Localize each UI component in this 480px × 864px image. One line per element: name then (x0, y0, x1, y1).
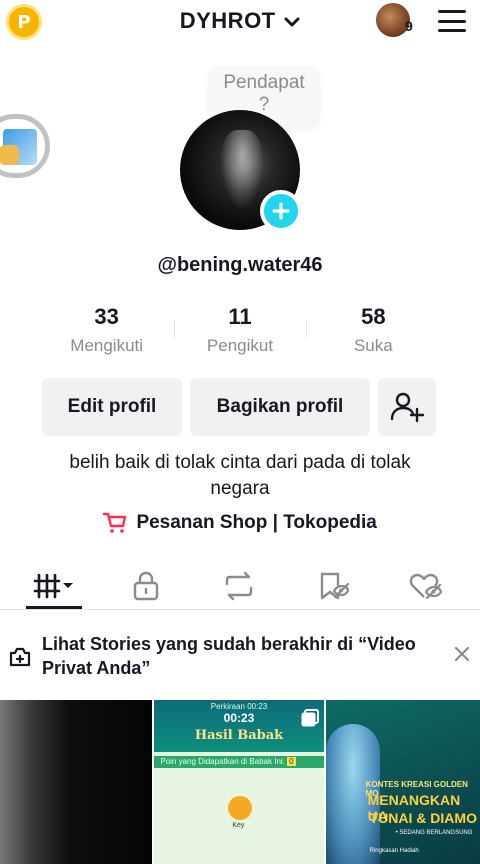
multi-image-icon (301, 709, 319, 727)
video-timer-label: Perkiraan 00:23 (210, 702, 268, 711)
stat-label: Suka (353, 336, 393, 355)
tab-videos[interactable] (26, 566, 82, 606)
active-tab-indicator (26, 606, 82, 609)
video-grid: Perkiraan 00:23 00:23 Hasil Babak Poin y… (0, 700, 480, 864)
widget-hand-icon (0, 145, 19, 165)
video-ribbon-text: Poin yang Didapatkan di Babak Ini: 0 (160, 757, 296, 766)
menu-icon[interactable] (438, 10, 466, 32)
stat-likes[interactable]: 58 Suka (307, 304, 440, 360)
stories-banner-text: Lihat Stories yang sudah berakhir di “Vi… (42, 634, 416, 678)
bookmark-icon (320, 572, 350, 600)
videos-grid-icon (33, 573, 73, 599)
stat-followers[interactable]: 11 Pengikut (173, 304, 306, 360)
stat-divider (306, 320, 307, 338)
chevron-down-icon (284, 17, 300, 27)
stat-label: Mengikuti (70, 336, 144, 355)
video-thumbnail[interactable]: KONTES KREASI GOLDEN MO MENANGKAN UA TUN… (325, 700, 480, 864)
profile-stats: 33 Mengikuti 11 Pengikut 58 Suka (40, 304, 440, 360)
stat-label: Pengikut (206, 336, 274, 355)
friends-count-badge: 9 (405, 18, 413, 34)
profile-tabs (0, 558, 480, 610)
shop-orders-link[interactable]: Pesanan Shop | Tokopedia (0, 512, 480, 534)
video-thumbnail[interactable]: Perkiraan 00:23 00:23 Hasil Babak Poin y… (154, 700, 324, 864)
stories-banner[interactable]: Lihat Stories yang sudah berakhir di “Vi… (0, 618, 480, 696)
lock-icon (133, 571, 159, 601)
close-icon[interactable] (452, 644, 472, 664)
profile-bio: belih baik di tolak cinta dari pada di t… (69, 452, 411, 499)
stories-plus-icon (9, 647, 31, 667)
note-line-1: Pendapat (223, 72, 305, 93)
stat-value: 11 (228, 304, 252, 329)
key-icon (228, 796, 253, 820)
stat-value: 33 (94, 304, 119, 329)
add-avatar-button[interactable] (260, 190, 302, 232)
tab-reposts[interactable] (211, 566, 267, 606)
cart-icon (103, 512, 127, 533)
repost-icon (225, 571, 253, 601)
tab-liked[interactable] (398, 566, 454, 606)
stat-divider (174, 320, 175, 338)
video-thumbnail[interactable] (0, 700, 153, 864)
video-title-text: Hasil Babak (194, 728, 284, 743)
account-username: DYHROT (179, 8, 276, 33)
share-profile-button[interactable]: Bagikan profil (190, 378, 370, 436)
profile-handle: @bening.water46 (157, 254, 323, 276)
video-timer: 00:23 (223, 711, 255, 725)
shop-label: Pesanan Shop | Tokopedia (136, 512, 377, 534)
liked-hidden-icon (409, 573, 443, 600)
key-label: Key (232, 822, 245, 829)
stat-value: 58 (361, 304, 386, 329)
floating-widget[interactable] (0, 114, 50, 178)
tab-favorites[interactable] (306, 566, 362, 606)
video-status: • SEDANG BERLANGSUNG (395, 830, 473, 836)
add-user-icon (390, 392, 424, 423)
edit-profile-button[interactable]: Edit profil (42, 378, 182, 436)
tab-private[interactable] (118, 566, 174, 606)
video-title-line-2: TUNAI & DIAMO (369, 810, 477, 826)
plus-icon (272, 202, 290, 220)
add-friend-button[interactable] (378, 378, 436, 436)
top-bar: P DYHROT 9 (0, 0, 480, 44)
stat-following[interactable]: 33 Mengikuti (40, 304, 173, 360)
video-caption: Ringkasan Hadiah (369, 848, 419, 854)
